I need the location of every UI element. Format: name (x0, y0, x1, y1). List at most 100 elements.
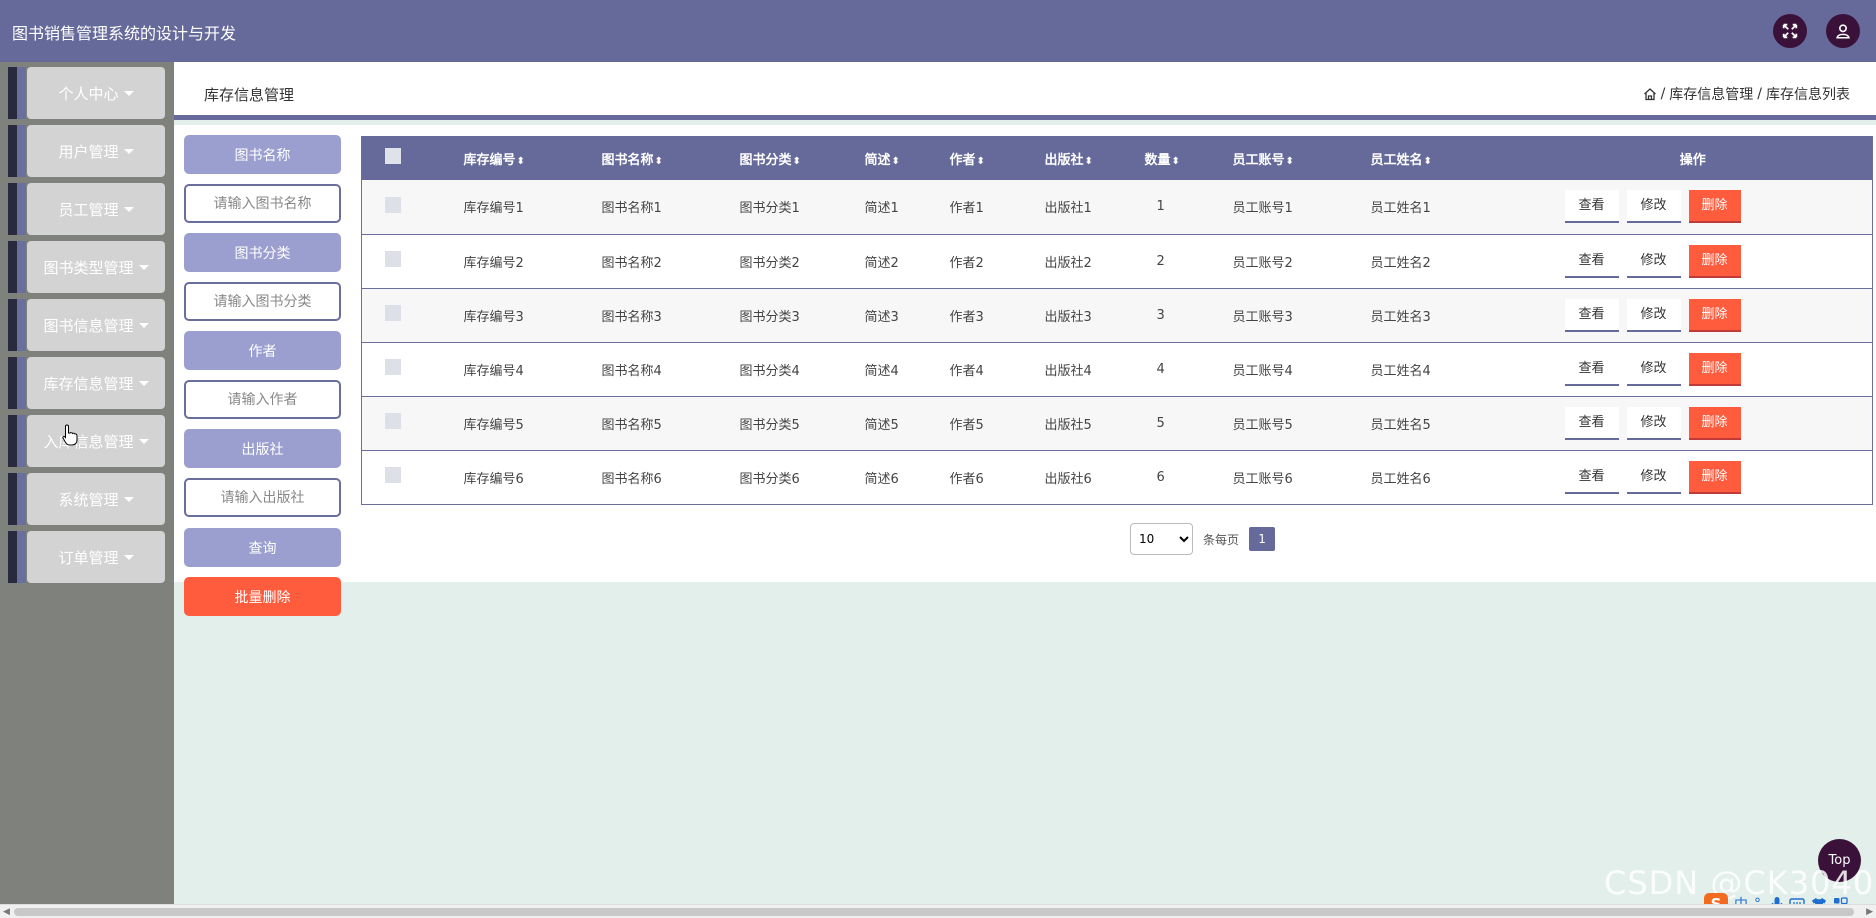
edit-button[interactable]: 修改 (1626, 190, 1681, 224)
sidebar-item-order-management[interactable]: 订单管理 (8, 531, 165, 583)
inventory-table: 库存编号⬍ 图书名称⬍ 图书分类⬍ 简述⬍ 作者⬍ 出版社⬍ 数量⬍ 员工账号⬍… (361, 136, 1873, 505)
cell-summary: 简述4 (864, 363, 899, 379)
column-header-employee-account[interactable]: 员工账号⬍ (1233, 136, 1371, 180)
delete-button[interactable]: 删除 (1688, 298, 1741, 332)
author-label: 作者 (184, 331, 341, 370)
category-input[interactable] (186, 293, 339, 310)
home-icon[interactable] (1643, 87, 1657, 101)
delete-button[interactable]: 删除 (1688, 460, 1741, 494)
edit-button[interactable]: 修改 (1626, 460, 1681, 494)
view-button[interactable]: 查看 (1564, 298, 1619, 332)
cell-book-category: 图书分类5 (739, 417, 800, 433)
cell-employee-account: 员工账号5 (1232, 417, 1293, 433)
table-row: 库存编号6 图书名称6 图书分类6 简述6 作者6 出版社6 6 员工账号6 员… (361, 450, 1873, 504)
view-button[interactable]: 查看 (1564, 406, 1619, 440)
caret-down-icon (138, 438, 149, 444)
column-header-employee-name[interactable]: 员工姓名⬍ (1371, 136, 1514, 180)
sidebar-item-label: 图书类型管理 (43, 258, 134, 277)
publisher-input[interactable] (186, 489, 339, 506)
sidebar: 个人中心 用户管理 员工管理 图书类型管理 图书信息管理 库存信息管理 入库信息… (0, 62, 174, 904)
sidebar-item-inbound-management[interactable]: 入库信息管理 (8, 415, 165, 467)
row-checkbox[interactable] (385, 413, 401, 429)
delete-button[interactable]: 删除 (1688, 244, 1741, 278)
cell-quantity: 1 (1156, 199, 1165, 215)
sidebar-item-employee-management[interactable]: 员工管理 (8, 183, 165, 235)
cell-summary: 简述2 (864, 255, 899, 271)
sidebar-item-system-management[interactable]: 系统管理 (8, 473, 165, 525)
query-button[interactable]: 查询 (184, 528, 341, 567)
column-header-quantity[interactable]: 数量⬍ (1145, 136, 1233, 180)
cell-publisher: 出版社4 (1044, 363, 1092, 379)
caret-down-icon (138, 322, 149, 328)
sidebar-item-user-management[interactable]: 用户管理 (8, 125, 165, 177)
edit-button[interactable]: 修改 (1626, 244, 1681, 278)
sidebar-item-book-info-management[interactable]: 图书信息管理 (8, 299, 165, 351)
column-header-inventory-id[interactable]: 库存编号⬍ (464, 136, 602, 180)
fullscreen-button[interactable] (1773, 14, 1807, 48)
cell-quantity: 4 (1156, 361, 1165, 377)
cell-employee-account: 员工账号4 (1232, 363, 1293, 379)
table-row: 库存编号1 图书名称1 图书分类1 简述1 作者1 出版社1 1 员工账号1 员… (361, 180, 1873, 234)
caret-down-icon (138, 264, 149, 270)
sidebar-item-inventory-management[interactable]: 库存信息管理 (8, 357, 165, 409)
row-checkbox[interactable] (385, 196, 401, 213)
page-number-button[interactable]: 1 (1249, 527, 1276, 551)
sort-icon: ⬍ (1423, 155, 1432, 167)
column-header-book-name[interactable]: 图书名称⬍ (602, 136, 740, 180)
cell-summary: 简述3 (864, 309, 899, 325)
sort-icon: ⬍ (891, 155, 900, 167)
cell-inventory-id: 库存编号2 (463, 255, 524, 271)
sort-icon: ⬍ (792, 155, 801, 167)
caret-down-icon (123, 206, 134, 212)
row-checkbox[interactable] (385, 251, 401, 267)
cell-employee-account: 员工账号6 (1232, 471, 1293, 487)
sidebar-item-personal-center[interactable]: 个人中心 (8, 67, 165, 119)
sidebar-item-book-type-management[interactable]: 图书类型管理 (8, 241, 165, 293)
delete-button[interactable]: 删除 (1688, 406, 1741, 440)
row-checkbox[interactable] (385, 305, 401, 321)
cell-book-name: 图书名称4 (601, 363, 662, 379)
cell-employee-name: 员工姓名1 (1370, 201, 1431, 217)
delete-button[interactable]: 删除 (1688, 352, 1741, 386)
column-header-author[interactable]: 作者⬍ (950, 136, 1045, 180)
sidebar-item-label: 用户管理 (58, 142, 119, 161)
caret-down-icon (123, 90, 134, 96)
cell-book-category: 图书分类1 (739, 201, 800, 217)
cell-publisher: 出版社2 (1044, 255, 1092, 271)
sidebar-item-label: 个人中心 (58, 84, 119, 103)
column-header-summary[interactable]: 简述⬍ (865, 136, 950, 180)
view-button[interactable]: 查看 (1564, 244, 1619, 278)
table-row: 库存编号4 图书名称4 图书分类4 简述4 作者4 出版社4 4 员工账号4 员… (361, 342, 1873, 396)
select-all-checkbox[interactable] (385, 148, 401, 164)
scrollbar-thumb[interactable] (14, 908, 1854, 916)
book-name-input[interactable] (186, 195, 339, 212)
column-header-book-category[interactable]: 图书分类⬍ (740, 136, 865, 180)
column-header-publisher[interactable]: 出版社⬍ (1045, 136, 1145, 180)
bulk-delete-button[interactable]: 批量删除 (184, 577, 341, 616)
scroll-right-arrow-icon[interactable]: ▶ (1866, 907, 1873, 917)
cell-book-name: 图书名称1 (601, 201, 662, 217)
row-checkbox[interactable] (385, 467, 401, 483)
cell-employee-name: 员工姓名4 (1370, 363, 1431, 379)
page-size-select[interactable]: 10 (1130, 523, 1193, 555)
row-checkbox[interactable] (385, 359, 401, 375)
horizontal-scrollbar[interactable]: ◀ ▶ (0, 904, 1876, 918)
cell-book-name: 图书名称3 (601, 309, 662, 325)
user-profile-button[interactable] (1826, 14, 1860, 48)
sort-icon: ⬍ (654, 155, 663, 167)
cell-employee-name: 员工姓名3 (1370, 309, 1431, 325)
sort-icon: ⬍ (1285, 155, 1294, 167)
edit-button[interactable]: 修改 (1626, 352, 1681, 386)
scroll-left-arrow-icon[interactable]: ◀ (3, 907, 10, 917)
sort-icon: ⬍ (1084, 155, 1093, 167)
edit-button[interactable]: 修改 (1626, 298, 1681, 332)
delete-button[interactable]: 删除 (1688, 190, 1741, 224)
view-button[interactable]: 查看 (1564, 352, 1619, 386)
top-bar: 图书销售管理系统的设计与开发 (0, 0, 1876, 62)
view-button[interactable]: 查看 (1564, 460, 1619, 494)
view-button[interactable]: 查看 (1564, 190, 1619, 224)
author-input[interactable] (186, 391, 339, 408)
edit-button[interactable]: 修改 (1626, 406, 1681, 440)
breadcrumb-item-inventory[interactable]: 库存信息管理 (1669, 84, 1753, 104)
cell-author: 作者5 (949, 417, 984, 433)
